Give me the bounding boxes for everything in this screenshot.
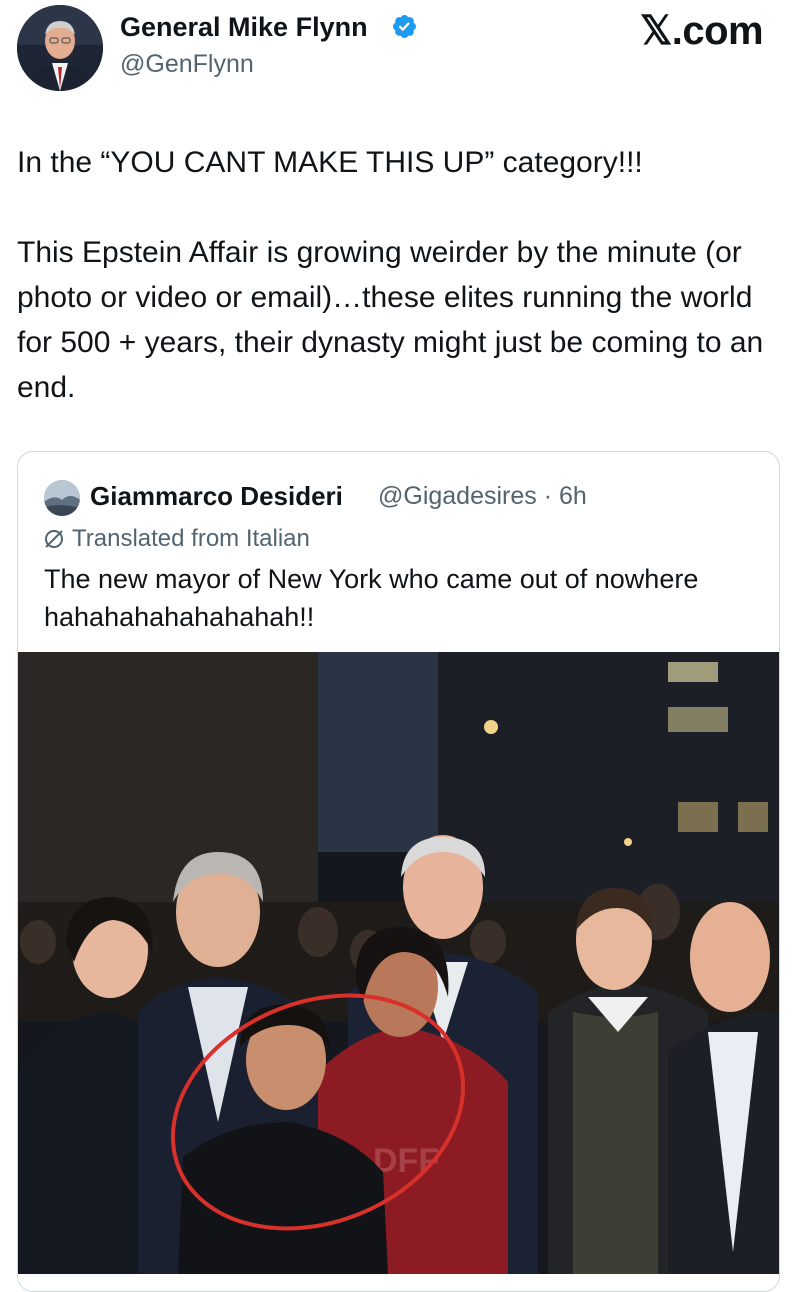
quoted-author-meta[interactable]: @Gigadesires · 6h <box>378 482 587 511</box>
quoted-tweet-text: The new mayor of New York who came out o… <box>44 564 699 632</box>
site-watermark: 𝕏.com <box>640 9 764 53</box>
translated-label: Translated from Italian <box>72 525 310 552</box>
translated-indicator: Translated from Italian <box>42 525 310 553</box>
avatar-image <box>17 5 103 91</box>
quoted-tweet-card[interactable]: Giammarco Desideri @Gigadesires · 6h Tra… <box>17 451 780 1292</box>
author-avatar[interactable] <box>17 5 103 91</box>
author-name[interactable]: General Mike Flynn <box>120 12 368 43</box>
group-photo: DFF <box>18 652 779 1274</box>
quoted-author-avatar[interactable] <box>44 480 80 516</box>
quoted-author-name[interactable]: Giammarco Desideri <box>90 481 343 512</box>
tweet-text: In the “YOU CANT MAKE THIS UP” category!… <box>17 146 764 404</box>
author-handle[interactable]: @GenFlynn <box>120 50 254 79</box>
verified-badge-icon <box>392 14 417 39</box>
quoted-avatar-image <box>44 480 80 516</box>
translate-icon <box>45 530 63 548</box>
quoted-photo[interactable]: DFF <box>18 652 779 1274</box>
